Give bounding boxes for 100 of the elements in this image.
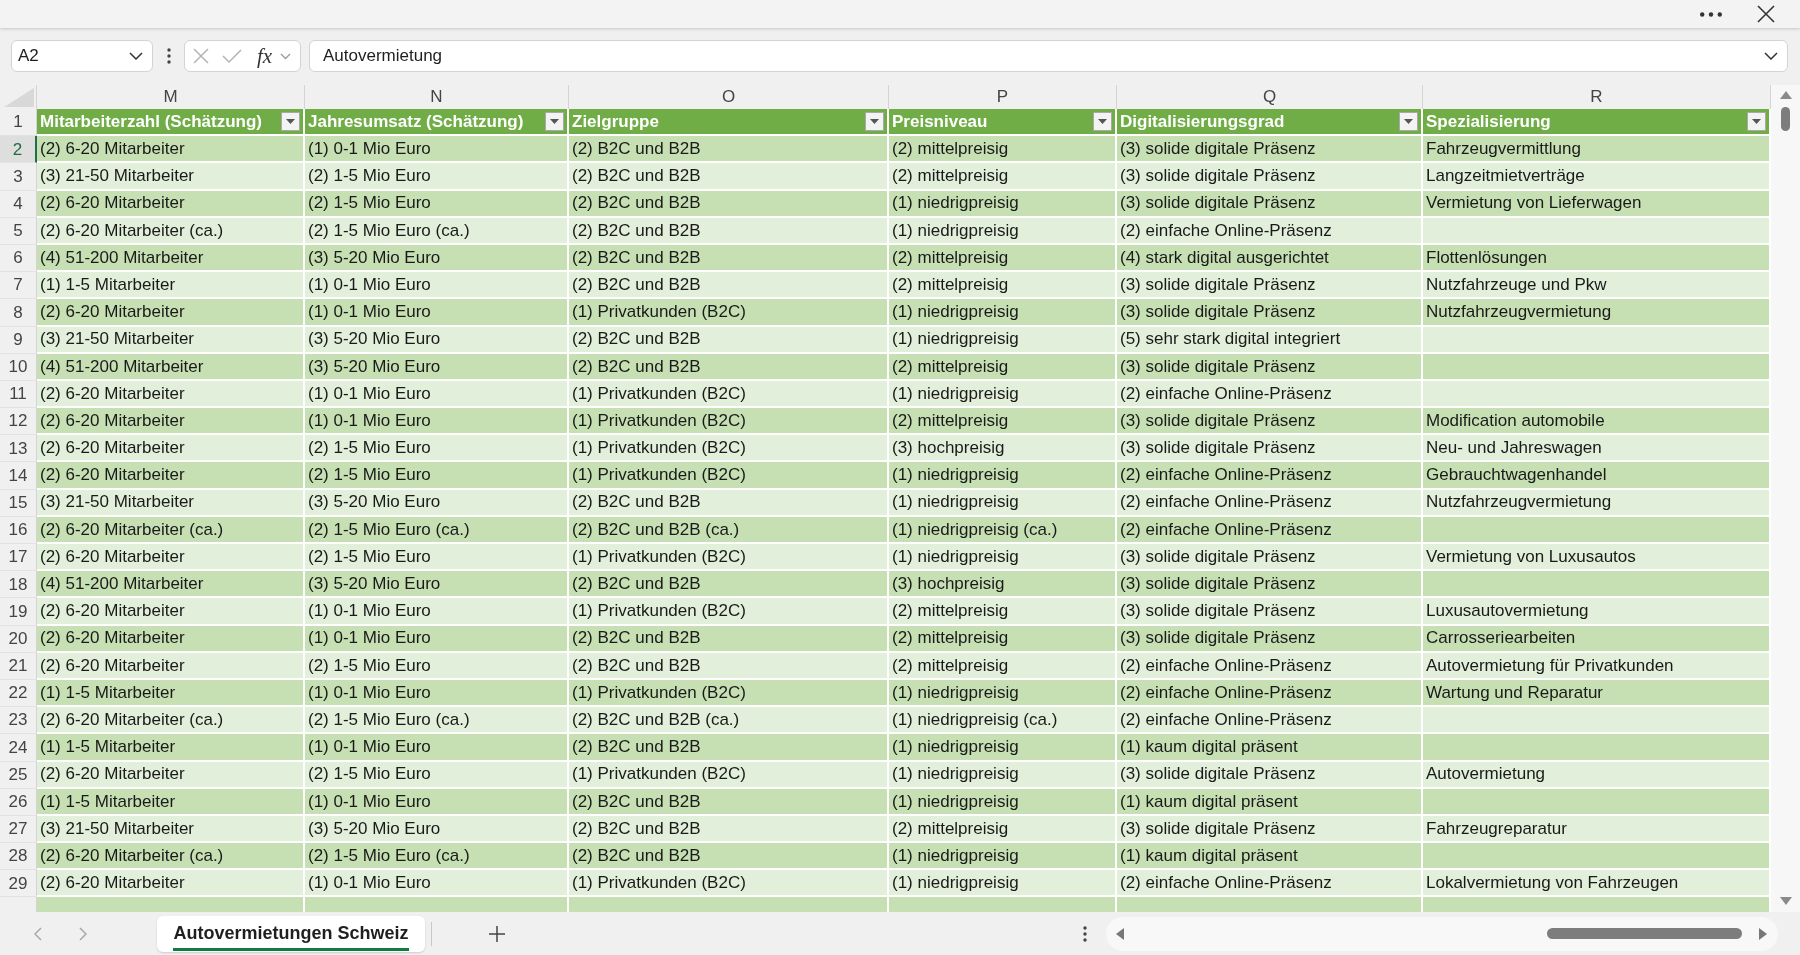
row-header[interactable]: 14 (0, 462, 37, 490)
table-cell: Carrosseriearbeiten (1423, 625, 1771, 653)
row-header[interactable]: 26 (0, 788, 37, 816)
row-header[interactable]: 23 (0, 707, 37, 735)
row-header[interactable]: 9 (0, 326, 37, 354)
row-header[interactable]: 18 (0, 571, 37, 599)
sheet-tab[interactable]: Autovermietungen Schweiz (157, 915, 425, 952)
vertical-dots-icon[interactable] (1083, 925, 1087, 942)
row-header[interactable]: 3 (0, 163, 37, 191)
row-header[interactable]: 5 (0, 217, 37, 245)
caret-down-icon[interactable] (870, 119, 879, 125)
table-cell: (3) 5-20 Mio Euro (305, 571, 569, 599)
scroll-up-icon[interactable] (1779, 91, 1792, 99)
filter-button[interactable] (865, 112, 884, 132)
row-header[interactable]: 10 (0, 353, 37, 381)
table-cell: Modification automobile (1423, 408, 1771, 436)
table-cell: (1) niedrigpreisig (889, 326, 1117, 354)
table-cell: (2) mittelpreisig (889, 815, 1117, 844)
table-cell: (1) Privatkunden (B2C) (569, 761, 889, 789)
plus-icon[interactable] (489, 925, 505, 942)
scroll-down-icon[interactable] (1779, 897, 1792, 905)
filter-button[interactable] (1093, 112, 1112, 132)
table-cell: (2) einfache Online-Präsenz (1117, 516, 1423, 544)
table-cell: (2) mittelpreisig (889, 625, 1117, 653)
more-icon[interactable] (1700, 11, 1722, 17)
row-header[interactable]: 16 (0, 516, 37, 544)
row-header[interactable]: 27 (0, 815, 37, 844)
scroll-right-icon[interactable] (1759, 927, 1767, 940)
table-cell: (2) B2C und B2B (569, 272, 889, 300)
table-cell: (1) niedrigpreisig (889, 462, 1117, 490)
row-header[interactable]: 15 (0, 489, 37, 517)
table-cell: (3) 5-20 Mio Euro (305, 815, 569, 844)
caret-down-icon[interactable] (1752, 119, 1761, 125)
table-cell: (3) solide digitale Präsenz (1117, 299, 1423, 327)
scrollbar-thumb[interactable] (1781, 107, 1790, 131)
table-cell: (3) solide digitale Präsenz (1117, 571, 1423, 599)
row-header[interactable]: 1 (0, 109, 37, 137)
row-header[interactable]: 17 (0, 544, 37, 572)
row-header[interactable]: 7 (0, 272, 37, 300)
table-cell: (2) B2C und B2B (569, 217, 889, 245)
caret-down-icon[interactable] (550, 119, 559, 125)
caret-down-icon[interactable] (1404, 119, 1413, 125)
table-cell: (1) kaum digital präsent (1117, 734, 1423, 762)
close-icon[interactable] (1757, 5, 1775, 23)
table-cell: (2) mittelpreisig (889, 272, 1117, 300)
row-header[interactable]: 4 (0, 190, 37, 218)
row-header[interactable]: 25 (0, 761, 37, 789)
insert-function-button[interactable]: fx (256, 45, 274, 67)
row-header[interactable]: 6 (0, 244, 37, 273)
formula-field[interactable]: Autovermietung (309, 40, 1788, 72)
table-cell: (1) 0-1 Mio Euro (305, 408, 569, 436)
row-header[interactable]: 12 (0, 408, 37, 436)
table-cell: (2) 1-5 Mio Euro (ca.) (305, 516, 569, 544)
table-cell: (2) 6-20 Mitarbeiter (37, 652, 305, 680)
table-cell: (2) einfache Online-Präsenz (1117, 489, 1423, 517)
table-cell: (2) 1-5 Mio Euro (305, 761, 569, 789)
row-header[interactable]: 20 (0, 625, 37, 653)
row-header[interactable]: 21 (0, 652, 37, 680)
row-header[interactable]: 22 (0, 679, 37, 708)
row-header[interactable]: 13 (0, 435, 37, 463)
scroll-left-icon[interactable] (1116, 927, 1124, 940)
scrollbar-track[interactable] (1771, 85, 1800, 912)
row-header[interactable]: 2 (0, 136, 37, 164)
table-cell: (2) 1-5 Mio Euro (305, 544, 569, 572)
caret-down-icon[interactable] (286, 119, 295, 125)
filter-button[interactable] (1747, 112, 1766, 132)
row-header[interactable]: 24 (0, 734, 37, 762)
column-title: Digitalisierungsgrad (1120, 110, 1285, 133)
table-cell: (3) solide digitale Präsenz (1117, 408, 1423, 436)
table-cell: (1) 0-1 Mio Euro (305, 679, 569, 708)
scrollbar-thumb[interactable] (1547, 928, 1742, 939)
chevron-down-icon[interactable] (129, 52, 143, 60)
table-cell: (2) B2C und B2B (569, 815, 889, 844)
check-icon[interactable] (222, 48, 242, 64)
name-box[interactable]: A2 (11, 40, 153, 72)
row-header[interactable]: 29 (0, 870, 37, 898)
table-cell: (1) 0-1 Mio Euro (305, 598, 569, 626)
table-cell: (1) niedrigpreisig (889, 761, 1117, 789)
vertical-dots-icon[interactable] (167, 48, 171, 64)
filter-button[interactable] (1399, 112, 1418, 132)
row-header[interactable]: 8 (0, 299, 37, 327)
table-cell: (1) Privatkunden (B2C) (569, 380, 889, 409)
table-cell: (2) 6-20 Mitarbeiter (37, 462, 305, 490)
table-cell: (1) Privatkunden (B2C) (569, 299, 889, 327)
table-cell: (3) solide digitale Präsenz (1117, 761, 1423, 789)
filter-button[interactable] (545, 112, 564, 132)
table-cell: (1) kaum digital präsent (1117, 843, 1423, 871)
caret-down-icon[interactable] (1098, 119, 1107, 125)
table-cell: Wartung und Reparatur (1423, 679, 1771, 708)
row-header[interactable]: 28 (0, 843, 37, 871)
row-header[interactable]: 19 (0, 598, 37, 626)
table-cell: (1) niedrigpreisig (889, 843, 1117, 871)
row-header[interactable]: 11 (0, 380, 37, 409)
table-cell: (1) 0-1 Mio Euro (305, 788, 569, 816)
table-cell: (2) B2C und B2B (569, 788, 889, 816)
table-cell: (2) einfache Online-Präsenz (1117, 679, 1423, 708)
filter-button[interactable] (281, 112, 300, 132)
scrollbar-track[interactable] (1106, 916, 1778, 951)
chevron-down-icon[interactable] (1764, 52, 1778, 60)
table-cell: (3) 5-20 Mio Euro (305, 489, 569, 517)
